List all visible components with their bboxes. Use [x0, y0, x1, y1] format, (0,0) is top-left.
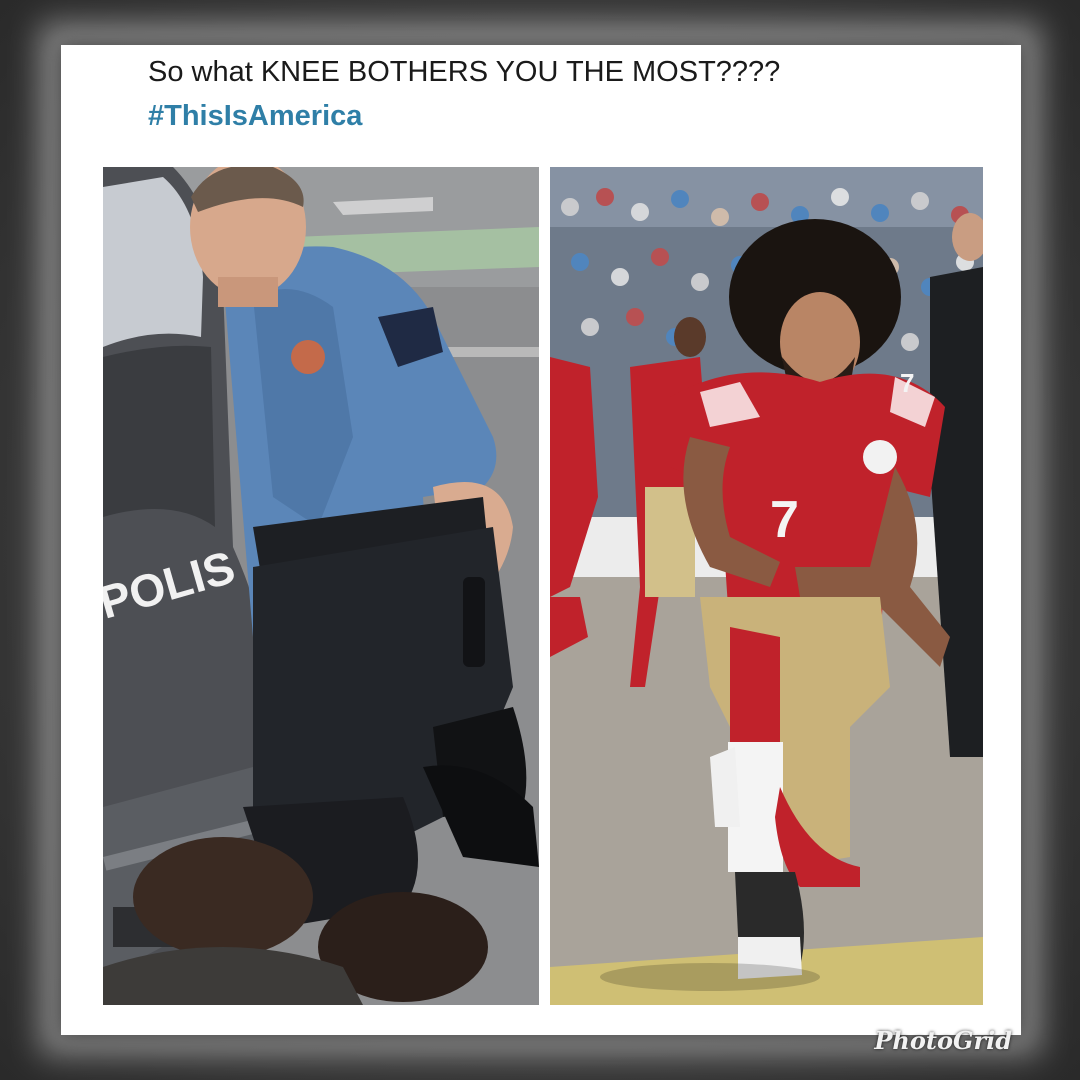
photogrid-watermark: PhotoGrid	[874, 1026, 1012, 1055]
caption-text: So what KNEE BOTHERS YOU THE MOST????	[148, 56, 781, 88]
photo-left-police: POLIS	[103, 167, 539, 1005]
shoulder-number: 7	[900, 368, 914, 398]
hashtag-link[interactable]: #ThisIsAmerica	[148, 96, 362, 136]
photo-left-illustration: POLIS	[103, 167, 539, 1005]
jersey-number: 7	[770, 491, 799, 549]
photo-right-illustration: 7 7	[550, 167, 983, 1005]
photo-right-kneeling-player: 7 7	[550, 167, 983, 1005]
